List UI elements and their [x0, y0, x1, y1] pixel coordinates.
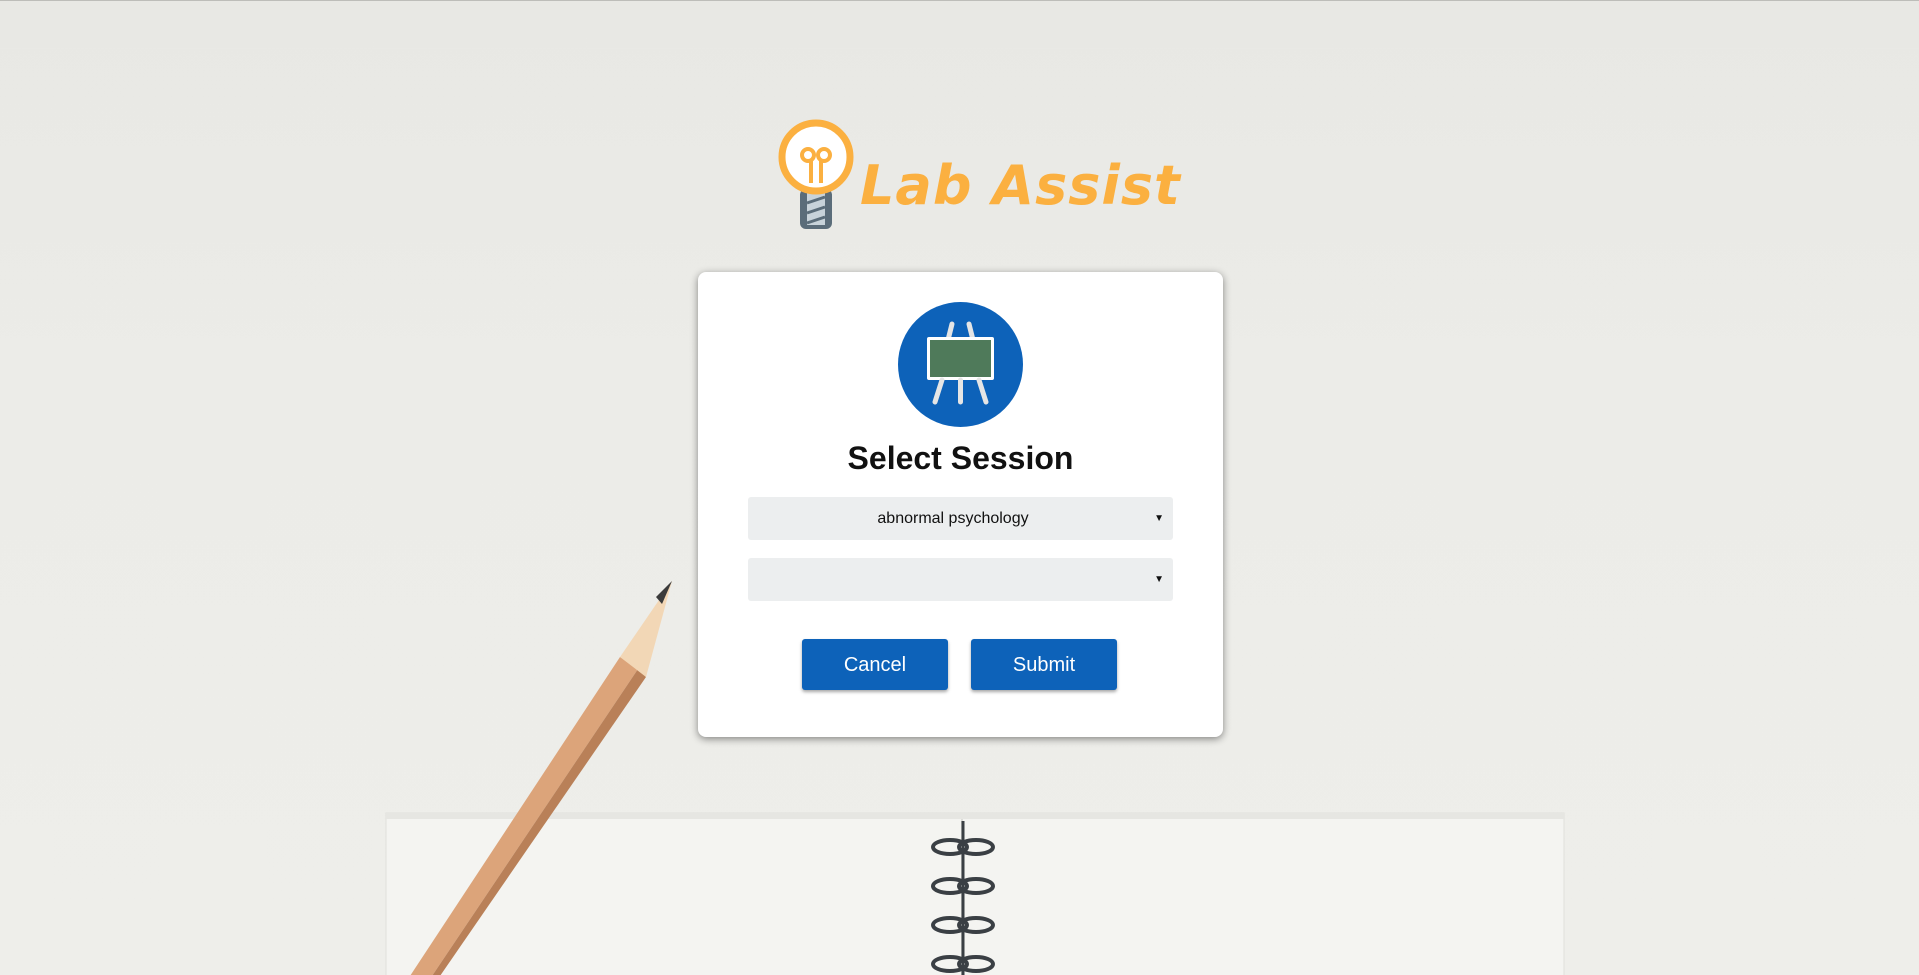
dropdown-arrow-icon: ▼ — [1154, 513, 1164, 524]
dialog-title: Select Session — [847, 440, 1074, 476]
session-select[interactable]: ▼ — [748, 558, 1173, 601]
select-session-dialog: Select Session abnormal psychology ▼ ▼ C… — [698, 272, 1223, 737]
brand-name: Lab Assist — [860, 154, 1181, 217]
course-select-value: abnormal psychology — [877, 510, 1029, 527]
presentation-easel-icon — [898, 302, 1023, 427]
spiral-notebook-image — [385, 812, 1565, 975]
dropdown-arrow-icon: ▼ — [1154, 574, 1164, 585]
session-select-value — [748, 558, 1158, 601]
cancel-button[interactable]: Cancel — [802, 639, 948, 690]
submit-button[interactable]: Submit — [971, 639, 1117, 690]
course-select[interactable]: abnormal psychology ▼ — [748, 497, 1173, 540]
